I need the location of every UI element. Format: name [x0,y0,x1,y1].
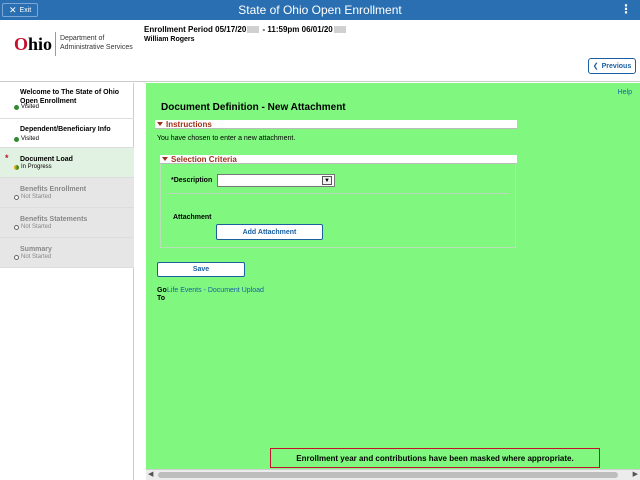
not-started-status-icon [14,224,19,230]
divider [168,193,510,194]
step-status: Visited [21,104,39,110]
masked-year [247,26,260,34]
scroll-left-icon[interactable]: ◀ [148,470,153,478]
ohio-logo: Ohio [14,34,53,54]
step-title: Document Load [20,156,73,163]
masked-year [333,26,346,34]
department-name: Department of Administrative Services [60,35,133,51]
not-started-status-icon [14,254,19,260]
instructions-section-header[interactable]: Instructions [155,120,517,129]
previous-button[interactable]: ❮ Previous [588,58,636,74]
in-progress-status-icon [14,164,19,170]
step-title: Benefits Enrollment [20,186,87,193]
more-menu-icon[interactable]: ⋮ [620,2,632,16]
help-link[interactable]: Help [618,89,632,96]
chevron-left-icon: ❮ [592,63,599,70]
visited-status-icon [14,136,19,142]
main-content: Help Document Definition - New Attachmen… [146,83,640,469]
step-status: Not Started [21,224,52,230]
top-bar: ✕ Exit State of Ohio Open Enrollment ⋮ [0,0,640,20]
sidebar-item-dependent-info[interactable]: Dependent/Beneficiary Info Visited [0,119,134,148]
step-title: Benefits Statements [20,216,88,223]
mask-notice: Enrollment year and contributions have b… [270,448,600,468]
step-title: Summary [20,246,52,253]
step-status: Visited [21,136,39,142]
page-title: Document Definition - New Attachment [161,102,346,113]
enrollment-period: Enrollment Period 05/17/20 - 11:59pm 06/… [144,25,347,34]
sidebar-item-summary: Summary Not Started [0,238,134,268]
selection-criteria-section-header[interactable]: Selection Criteria [160,155,517,164]
add-attachment-button[interactable]: Add Attachment [216,224,323,240]
step-title: Dependent/Beneficiary Info [20,126,111,133]
save-button[interactable]: Save [157,262,245,277]
sidebar-item-document-load[interactable]: * Document Load In Progress [0,148,134,178]
visited-status-icon [14,104,19,110]
scrollbar-thumb[interactable] [158,472,618,478]
user-name: William Rogers [144,36,195,43]
logo-divider [55,32,56,56]
header: Ohio Department of Administrative Servic… [0,20,640,82]
description-select[interactable]: ▼ [217,174,335,187]
sidebar: Welcome to The State of Ohio Open Enroll… [0,83,134,480]
chevron-down-icon: ▼ [322,176,332,185]
app-title: State of Ohio Open Enrollment [238,3,402,17]
scroll-right-icon[interactable]: ▶ [633,470,638,478]
document-upload-link[interactable]: Life Events - Document Upload [167,287,264,294]
step-status: Not Started [21,254,52,260]
collapse-triangle-icon [162,157,168,161]
description-label: *Description [171,177,213,184]
instructions-text: You have chosen to enter a new attachmen… [157,135,296,142]
step-status: Not Started [21,194,52,200]
selection-criteria-box [160,163,516,248]
not-started-status-icon [14,194,19,200]
collapse-triangle-icon [157,122,163,126]
sidebar-item-welcome[interactable]: Welcome to The State of Ohio Open Enroll… [0,83,134,119]
horizontal-scrollbar[interactable]: ◀ ▶ [146,469,640,480]
sidebar-item-benefits-statements: Benefits Statements Not Started [0,208,134,238]
attachment-label: Attachment [173,214,212,221]
current-step-star-icon: * [5,153,9,163]
step-status: In Progress [21,164,52,170]
goto-label: Go To [157,287,167,302]
sidebar-item-benefits-enrollment: Benefits Enrollment Not Started [0,178,134,208]
